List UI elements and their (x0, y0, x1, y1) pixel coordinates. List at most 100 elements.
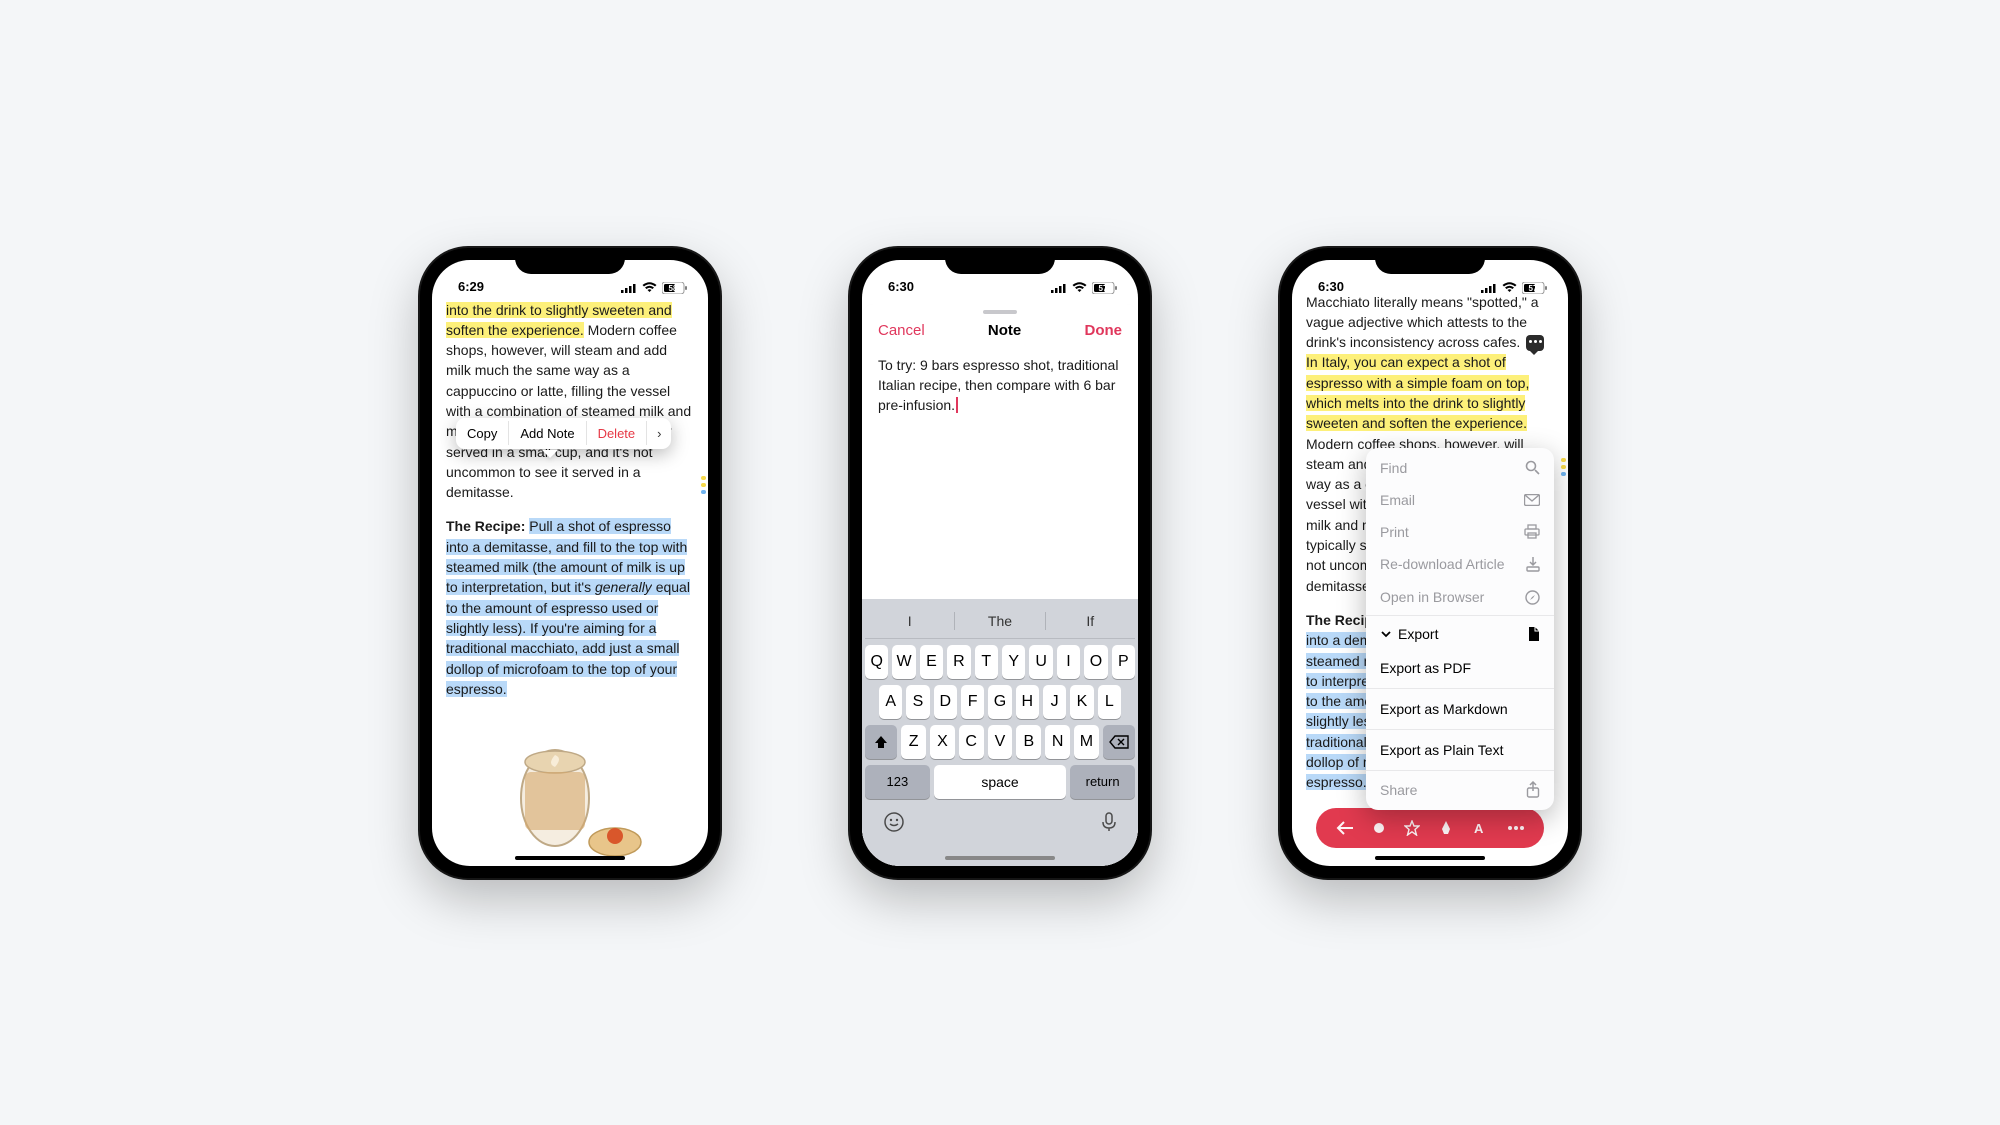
menu-label: Open in Browser (1380, 589, 1484, 605)
menu-redownload[interactable]: Re-download Article (1366, 548, 1554, 582)
key-j[interactable]: J (1043, 685, 1066, 719)
menu-open-browser[interactable]: Open in Browser (1366, 581, 1554, 613)
key-e[interactable]: E (920, 645, 943, 679)
menu-print[interactable]: Print (1366, 516, 1554, 548)
highlight-yellow[interactable]: In Italy, you can expect a shot of espre… (1306, 354, 1529, 431)
back-icon[interactable] (1336, 821, 1354, 835)
svg-text:57: 57 (1529, 284, 1538, 293)
article-paragraph[interactable]: The Recipe: Pull a shot of espresso into… (446, 516, 694, 699)
phone-2: 6:30 57 Cancel Note Done To try: 9 bars … (850, 248, 1150, 878)
key-w[interactable]: W (892, 645, 915, 679)
chevron-down-icon (1380, 628, 1392, 640)
delete-button[interactable]: Delete (587, 418, 647, 449)
key-c[interactable]: C (959, 725, 984, 759)
key-n[interactable]: N (1045, 725, 1070, 759)
menu-label: Export as PDF (1380, 660, 1471, 676)
wifi-icon (1502, 282, 1517, 293)
article-text[interactable]: Macchiato literally means "spotted," a v… (1306, 294, 1539, 351)
recipe-label[interactable]: The Recipe: (446, 518, 529, 534)
home-indicator[interactable] (945, 856, 1055, 860)
key-t[interactable]: T (975, 645, 998, 679)
menu-export-pdf[interactable]: Export as PDF (1366, 650, 1554, 686)
key-h[interactable]: H (1016, 685, 1039, 719)
key-g[interactable]: G (988, 685, 1011, 719)
backspace-key[interactable] (1103, 725, 1135, 759)
notch (515, 248, 625, 274)
key-m[interactable]: M (1074, 725, 1099, 759)
keyboard: I The If Q W E R T Y U I O P (862, 599, 1138, 866)
menu-email[interactable]: Email (1366, 484, 1554, 516)
article-text[interactable]: Modern coffee shops, however, will steam… (446, 322, 691, 500)
key-v[interactable]: V (988, 725, 1013, 759)
menu-label: Export as Markdown (1380, 701, 1508, 717)
menu-label: Find (1380, 460, 1407, 476)
separator (1366, 615, 1554, 616)
menu-export[interactable]: Export (1366, 618, 1554, 650)
note-text: To try: 9 bars espresso shot, traditiona… (878, 357, 1118, 414)
highlight-side-marks (701, 476, 706, 494)
home-indicator[interactable] (515, 856, 625, 860)
highlight-blue-italic[interactable]: generally (595, 579, 652, 595)
highlight-icon[interactable] (1439, 820, 1453, 836)
signal-icon (621, 283, 637, 293)
cancel-button[interactable]: Cancel (878, 322, 925, 339)
key-u[interactable]: U (1029, 645, 1052, 679)
menu-share[interactable]: Share (1366, 773, 1554, 806)
key-i[interactable]: I (1057, 645, 1080, 679)
suggestion-2[interactable]: The (955, 613, 1044, 629)
printer-icon (1524, 524, 1540, 539)
menu-export-markdown[interactable]: Export as Markdown (1366, 691, 1554, 727)
key-l[interactable]: L (1098, 685, 1121, 719)
suggestion-1[interactable]: I (865, 613, 954, 629)
numeric-key[interactable]: 123 (865, 765, 930, 799)
context-menu-arrow (542, 450, 558, 458)
separator (1366, 770, 1554, 771)
space-key[interactable]: space (934, 765, 1066, 799)
note-modal: Cancel Note Done To try: 9 bars espresso… (862, 304, 1138, 866)
more-icon[interactable] (1507, 825, 1525, 831)
context-menu: Copy Add Note Delete › (456, 418, 671, 449)
menu-label: Re-download Article (1380, 556, 1505, 574)
notch (945, 248, 1055, 274)
copy-button[interactable]: Copy (456, 418, 508, 449)
key-r[interactable]: R (947, 645, 970, 679)
key-p[interactable]: P (1112, 645, 1135, 679)
menu-label: Export (1398, 626, 1438, 642)
key-o[interactable]: O (1084, 645, 1107, 679)
add-note-button[interactable]: Add Note (509, 418, 585, 449)
key-y[interactable]: Y (1002, 645, 1025, 679)
compass-icon (1525, 590, 1540, 605)
key-b[interactable]: B (1016, 725, 1041, 759)
key-d[interactable]: D (934, 685, 957, 719)
more-chevron-icon[interactable]: › (647, 418, 671, 449)
dot-icon[interactable] (1373, 822, 1385, 834)
text-cursor (956, 397, 958, 413)
article-paragraph[interactable]: into the drink to slightly sweeten and s… (446, 300, 694, 503)
key-q[interactable]: Q (865, 645, 888, 679)
menu-export-plain-text[interactable]: Export as Plain Text (1366, 732, 1554, 768)
menu-find[interactable]: Find (1366, 452, 1554, 484)
annotation-badge-icon[interactable] (1526, 335, 1544, 351)
article-content[interactable]: into the drink to slightly sweeten and s… (432, 296, 708, 700)
notch (1375, 248, 1485, 274)
modal-header: Cancel Note Done (862, 314, 1138, 349)
menu-label: Export as Plain Text (1380, 742, 1503, 758)
done-button[interactable]: Done (1084, 322, 1122, 339)
key-k[interactable]: K (1070, 685, 1093, 719)
star-icon[interactable] (1404, 820, 1420, 836)
status-time: 6:30 (888, 279, 914, 294)
key-a[interactable]: A (879, 685, 902, 719)
key-s[interactable]: S (906, 685, 929, 719)
key-x[interactable]: X (930, 725, 955, 759)
home-indicator[interactable] (1375, 856, 1485, 860)
suggestion-3[interactable]: If (1046, 613, 1135, 629)
emoji-key-icon[interactable] (883, 811, 905, 838)
shift-key[interactable] (865, 725, 897, 759)
text-style-icon[interactable]: A (1472, 821, 1488, 835)
key-f[interactable]: F (961, 685, 984, 719)
return-key[interactable]: return (1070, 765, 1135, 799)
svg-text:A: A (1474, 821, 1484, 835)
highlight-blue[interactable]: equal to the amount of espresso used or … (446, 579, 690, 696)
dictation-key-icon[interactable] (1101, 811, 1117, 838)
key-z[interactable]: Z (901, 725, 926, 759)
